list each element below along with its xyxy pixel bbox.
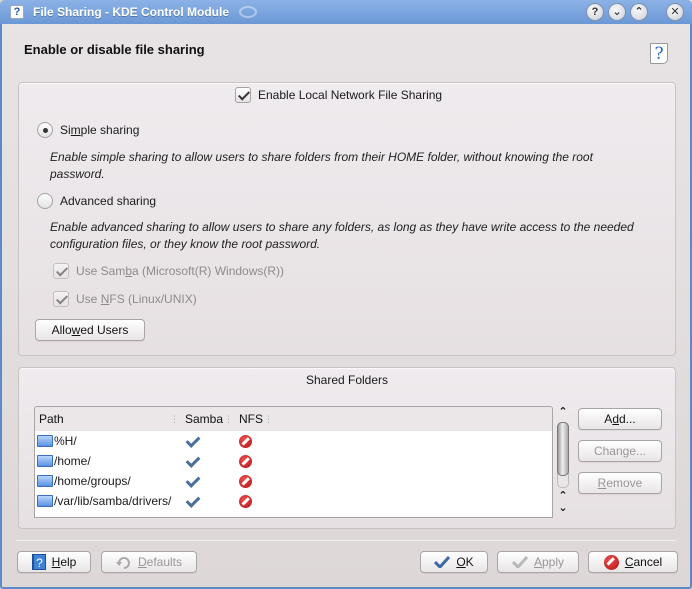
titlebar-minimize-button[interactable]: ⌄: [608, 3, 626, 21]
nfs-disabled-icon: [239, 454, 252, 468]
enable-sharing-checkbox[interactable]: [235, 87, 251, 103]
folder-icon: [37, 495, 53, 507]
enable-sharing-label: Enable Local Network File Sharing: [258, 88, 443, 102]
use-samba-checkbox-row[interactable]: Use Samba (Microsoft(R) Windows(R)): [53, 263, 284, 279]
nfs-disabled-icon: [239, 434, 252, 448]
app-help-icon: ?: [10, 5, 24, 19]
shared-folders-group: Shared Folders Path ⋮ Samba ⋮ NFS ⋮ %H/ /ho: [18, 367, 676, 529]
use-samba-checkbox[interactable]: [53, 263, 69, 279]
simple-sharing-description: Enable simple sharing to allow users to …: [50, 150, 593, 181]
remove-label: Remove: [597, 476, 643, 490]
table-row[interactable]: /var/lib/samba/drivers/: [35, 491, 552, 511]
simple-sharing-radio-row[interactable]: Simple sharing: [37, 122, 139, 138]
column-nfs-label: NFS: [239, 412, 263, 426]
folder-icon: [37, 475, 53, 487]
row-path: /home/groups/: [54, 474, 131, 488]
samba-enabled-check-icon: [185, 434, 199, 448]
defaults-reset-icon: [115, 555, 132, 569]
nfs-disabled-icon: [239, 474, 252, 488]
ok-label: OK: [456, 555, 474, 569]
scroll-up-bottom-icon[interactable]: ⌃: [555, 490, 571, 502]
ok-button[interactable]: OK: [420, 551, 488, 573]
titlebar-maximize-button[interactable]: ⌃: [630, 3, 648, 21]
scroll-down-icon[interactable]: ⌄: [555, 502, 571, 514]
shared-folders-table[interactable]: Path ⋮ Samba ⋮ NFS ⋮ %H/ /home/ /home/gr…: [34, 406, 553, 518]
folder-icon: [37, 455, 53, 467]
folder-icon: [37, 435, 53, 447]
simple-sharing-radio[interactable]: [37, 122, 53, 138]
use-nfs-checkbox-row[interactable]: Use NFS (Linux/UNIX): [53, 291, 197, 307]
svg-text:?: ?: [36, 556, 43, 570]
column-path-label: Path: [39, 412, 64, 426]
page-title: Enable or disable file sharing: [24, 42, 205, 57]
change-label: Change...: [593, 444, 647, 458]
use-nfs-checkbox[interactable]: [53, 291, 69, 307]
add-label: Add...: [604, 412, 636, 426]
scrollbar-thumb[interactable]: [557, 422, 569, 476]
apply-button[interactable]: Apply: [497, 551, 579, 573]
opensuse-logo-icon: [239, 6, 257, 18]
footer-separator: [16, 540, 676, 541]
help-button[interactable]: ? Help: [17, 551, 91, 573]
column-samba-label: Samba: [185, 412, 224, 426]
apply-check-icon: [511, 556, 528, 568]
column-header-nfs[interactable]: NFS ⋮: [235, 407, 275, 431]
whats-this-icon[interactable]: ?: [650, 43, 668, 64]
advanced-sharing-radio-row[interactable]: Advanced sharing: [37, 193, 156, 209]
defaults-button[interactable]: Defaults: [101, 551, 197, 573]
allowed-users-label: Allowed Users: [51, 323, 129, 337]
use-nfs-label: Use NFS (Linux/UNIX): [76, 292, 197, 306]
table-row[interactable]: /home/: [35, 451, 552, 471]
add-folder-button[interactable]: Add...: [578, 408, 662, 430]
shared-folders-title: Shared Folders: [305, 373, 389, 387]
help-book-icon: ?: [31, 554, 46, 570]
simple-sharing-label: Simple sharing: [60, 123, 140, 137]
window-title: File Sharing - KDE Control Module: [33, 5, 229, 19]
cancel-button[interactable]: Cancel: [588, 551, 678, 573]
advanced-sharing-description: Enable advanced sharing to allow users t…: [50, 220, 634, 251]
column-header-samba[interactable]: Samba ⋮: [181, 407, 235, 431]
table-scrollbar[interactable]: ⌃ ⌃ ⌄: [555, 406, 571, 518]
use-samba-label: Use Samba (Microsoft(R) Windows(R)): [76, 264, 285, 278]
cancel-icon: [603, 554, 619, 570]
table-header: Path ⋮ Samba ⋮ NFS ⋮: [35, 407, 552, 431]
sharing-options-group: Enable Local Network File Sharing Simple…: [18, 82, 676, 356]
change-folder-button[interactable]: Change...: [578, 440, 662, 462]
advanced-sharing-radio[interactable]: [37, 193, 53, 209]
titlebar[interactable]: ? File Sharing - KDE Control Module ? ⌄ …: [0, 0, 692, 24]
row-path: /home/: [54, 454, 91, 468]
samba-enabled-check-icon: [185, 474, 199, 488]
kde-control-module-window: ? File Sharing - KDE Control Module ? ⌄ …: [0, 0, 692, 589]
table-row[interactable]: /home/groups/: [35, 471, 552, 491]
enable-sharing-checkbox-row[interactable]: Enable Local Network File Sharing: [235, 87, 442, 103]
ok-check-icon: [434, 556, 451, 568]
table-row[interactable]: %H/: [35, 431, 552, 451]
row-path: %H/: [54, 434, 77, 448]
titlebar-help-button[interactable]: ?: [586, 3, 604, 21]
advanced-sharing-label: Advanced sharing: [60, 194, 157, 208]
nfs-disabled-icon: [239, 494, 252, 508]
apply-label: Apply: [533, 555, 565, 569]
titlebar-close-button[interactable]: ✕: [666, 3, 684, 21]
scroll-up-icon[interactable]: ⌃: [555, 406, 571, 418]
row-path: /var/lib/samba/drivers/: [54, 494, 172, 508]
cancel-label: Cancel: [624, 555, 663, 569]
allowed-users-button[interactable]: Allowed Users: [35, 319, 145, 341]
defaults-label: Defaults: [137, 555, 183, 569]
column-header-path[interactable]: Path ⋮: [35, 407, 181, 431]
remove-folder-button[interactable]: Remove: [578, 472, 662, 494]
samba-enabled-check-icon: [185, 454, 199, 468]
help-label: Help: [51, 555, 77, 569]
samba-enabled-check-icon: [185, 494, 199, 508]
